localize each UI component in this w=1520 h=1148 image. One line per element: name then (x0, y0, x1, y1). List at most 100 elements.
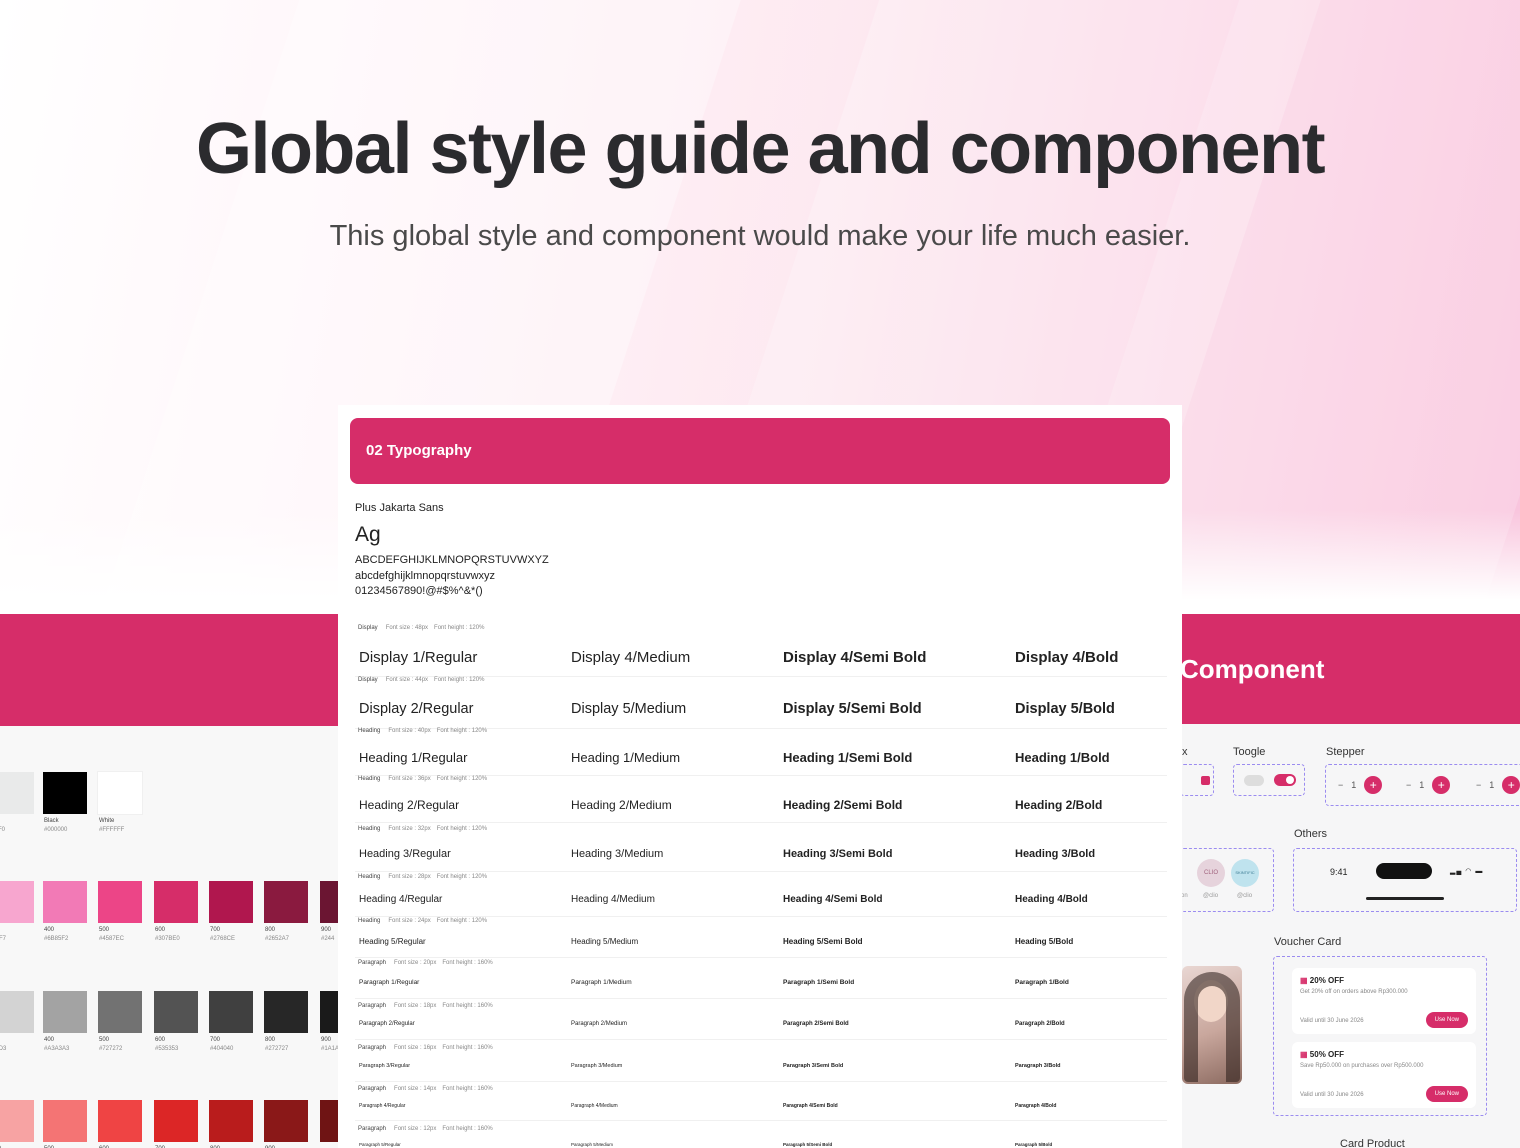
stepper-2[interactable]: −1 + (1406, 776, 1451, 794)
type-sample: Paragraph 5/Regular (359, 1142, 401, 1147)
swatch-hex: #FFFFFF (99, 827, 125, 833)
use-now-button[interactable]: Use Now (1425, 1012, 1468, 1028)
swatch-shade: 600 (155, 1037, 166, 1043)
swatch-shade: 400 (44, 1037, 55, 1043)
swatch-hex: #2652A7 (265, 936, 290, 942)
brand-avatar-skintific[interactable]: SKINTIFIC (1231, 859, 1259, 887)
swatch-shade: 900 (321, 927, 332, 933)
type-sample: Heading 3/Medium (571, 848, 664, 860)
swatch-hex: #4587EC (99, 936, 125, 942)
swatch-hex: F0F0 (0, 827, 6, 833)
lowercase-glyphs: abcdefghijklmnopqrstuvwxyz (355, 570, 496, 582)
plus-icon[interactable]: + (1432, 776, 1451, 794)
stepper-value: 1 (1351, 780, 1357, 790)
ticket-icon: ▦ (1300, 976, 1308, 985)
type-sample: Heading 3/Regular (359, 848, 451, 860)
swatch-shade: Black (44, 818, 59, 824)
type-spec: Paragraph Font size : 20px Font height : 1… (358, 960, 493, 966)
minus-icon[interactable]: − (1338, 780, 1343, 790)
type-sample: Display 4/Bold (1015, 649, 1119, 666)
toggle-off[interactable] (1244, 775, 1264, 786)
type-sample: Heading 4/Regular (359, 894, 443, 905)
color-swatch (264, 881, 308, 923)
swatch-hex: #244 (321, 936, 335, 942)
others-label: Others (1294, 828, 1328, 840)
swatch-hex: #727272 (99, 1046, 123, 1052)
type-sample: Heading 3/Semi Bold (783, 848, 893, 860)
minus-icon[interactable]: − (1406, 780, 1411, 790)
swatch-shade: 900 (321, 1037, 332, 1043)
color-swatch (98, 881, 142, 923)
voucher-validity: Valid until 30 June 2026 (1300, 1092, 1364, 1098)
use-now-button[interactable]: Use Now (1425, 1086, 1468, 1102)
stepper-value: 1 (1419, 780, 1425, 790)
color-swatch (320, 991, 340, 1033)
font-family-name: Plus Jakarta Sans (355, 502, 444, 514)
brand-handle: @clio (1237, 893, 1253, 899)
voucher-card[interactable]: ▦ 50% OFF Save Rp50.000 on purchases ove… (1292, 1042, 1476, 1108)
stepper-1[interactable]: −1 + (1338, 776, 1383, 794)
stepper-value: 1 (1489, 780, 1495, 790)
avatar-caption: on (1181, 893, 1188, 899)
color-swatch (43, 991, 87, 1033)
type-spec: Display Font size : 44px Font height : 120… (358, 677, 485, 683)
type-sample: Heading 4/Bold (1015, 894, 1088, 905)
uppercase-glyphs: ABCDEFGHIJKLMNOPQRSTUVWXYZ (355, 554, 549, 566)
brand-avatar-clio[interactable]: CLIO (1197, 859, 1225, 887)
type-sample: Heading 1/Bold (1015, 750, 1110, 765)
plus-icon[interactable]: + (1502, 776, 1520, 794)
row-divider (355, 1039, 1167, 1040)
row-divider (355, 997, 1167, 999)
hero-title: Global style guide and component (195, 109, 1326, 189)
color-swatch (209, 881, 253, 923)
minus-icon[interactable]: − (1476, 780, 1481, 790)
voucher-discount: 20% OFF (1309, 976, 1345, 985)
color-swatch (154, 991, 198, 1033)
type-sample: Display 4/Medium (571, 649, 691, 666)
status-time: 9:41 (1330, 867, 1348, 877)
row-divider (355, 916, 1167, 917)
plus-icon[interactable]: + (1364, 776, 1383, 794)
toggle-on[interactable] (1274, 774, 1296, 786)
color-swatch (0, 881, 34, 923)
voucher-card[interactable]: ▦ 20% OFF Get 20% off on orders above Rp… (1292, 968, 1476, 1034)
type-sample: Display 5/Semi Bold (783, 701, 922, 717)
voucher-description: Save Rp50.000 on purchases over Rp500.00… (1300, 1063, 1424, 1069)
color-swatch (0, 991, 34, 1033)
type-sample: Heading 1/Semi Bold (783, 750, 913, 765)
type-sample: Heading 4/Medium (571, 894, 655, 905)
swatch-hex: #404040 (210, 1046, 234, 1052)
home-indicator (1366, 897, 1444, 900)
hero-subtitle: This global style and component would ma… (329, 220, 1191, 252)
color-swatch (98, 772, 142, 814)
signal-wifi-battery-icon: ▂▄ ◠ ▬ (1450, 868, 1484, 875)
swatch-shade: White (99, 818, 115, 824)
row-divider (355, 1080, 1167, 1082)
type-sample: Heading 4/Semi Bold (783, 894, 883, 905)
type-sample: Heading 5/Regular (359, 937, 426, 946)
type-sample: Paragraph 2/Medium (571, 1021, 628, 1027)
swatch-hex: #6B85F2 (44, 936, 69, 942)
hair-shape (1184, 972, 1240, 1082)
type-sample: Display 2/Regular (359, 701, 474, 717)
type-sample: Paragraph 5/Semi Bold (783, 1142, 833, 1147)
checkbox-checked[interactable] (1201, 776, 1210, 785)
card-product-label: Card Product (1340, 1138, 1405, 1148)
color-swatch (154, 1100, 198, 1142)
type-sample: Paragraph 2/Semi Bold (783, 1021, 849, 1027)
stepper-3[interactable]: −1 + (1476, 776, 1520, 794)
type-sample: Paragraph 4/Medium (571, 1103, 618, 1109)
type-spec: Paragraph Font size : 12px Font height : 1… (358, 1126, 493, 1132)
row-divider (355, 1120, 1167, 1121)
voucher-validity: Valid until 30 June 2026 (1300, 1018, 1364, 1024)
type-sample: Paragraph 2/Regular (359, 1021, 415, 1027)
swatch-shade: 700 (210, 1037, 221, 1043)
swatch-hex: CFF7 (0, 936, 6, 942)
type-sample: Heading 2/Regular (359, 798, 460, 812)
type-sample: Heading 1/Regular (359, 750, 468, 765)
swatch-hex: #2768CE (210, 936, 236, 942)
color-swatch (264, 1100, 308, 1142)
swatch-shade: 400 (44, 927, 55, 933)
others-group: 9:41 ▂▄ ◠ ▬ (1293, 848, 1517, 912)
type-sample: Display 5/Medium (571, 701, 687, 717)
